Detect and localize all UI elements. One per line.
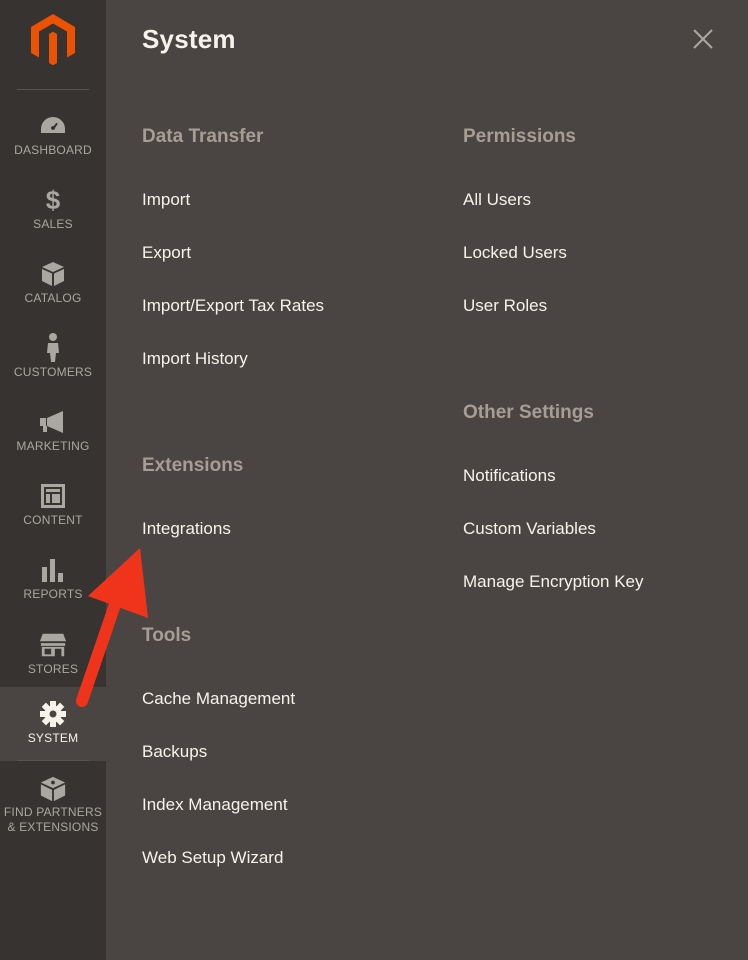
sidebar-item-sales[interactable]: $ SALES	[0, 173, 106, 247]
menu-link-manage-encryption-key[interactable]: Manage Encryption Key	[463, 572, 644, 592]
menu-link-import-history[interactable]: Import History	[142, 349, 248, 369]
logo-divider	[17, 89, 89, 90]
sidebar-item-label: CATALOG	[24, 291, 82, 305]
sidebar-item-label: MARKETING	[16, 439, 90, 453]
sidebar-item-content[interactable]: CONTENT	[0, 469, 106, 543]
sidebar-item-stores[interactable]: STORES	[0, 618, 106, 692]
person-icon	[39, 333, 67, 362]
sidebar-item-reports[interactable]: REPORTS	[0, 543, 106, 617]
sidebar-item-label: SYSTEM	[27, 731, 79, 745]
menu-link-backups[interactable]: Backups	[142, 742, 207, 762]
storefront-icon	[39, 632, 67, 658]
sidebar-item-label: DASHBOARD	[14, 143, 92, 157]
menu-link-index-management[interactable]: Index Management	[142, 795, 288, 815]
sidebar-item-label: CUSTOMERS	[13, 365, 93, 379]
magento-logo-icon[interactable]	[29, 14, 77, 66]
annotation-arrow-icon	[76, 548, 148, 707]
admin-sidebar: DASHBOARD $ SALES CATALOG CUSTOMERS MARK…	[0, 0, 106, 960]
sidebar-item-label: CONTENT	[23, 513, 83, 527]
blocks-icon	[39, 776, 67, 802]
sidebar-item-catalog[interactable]: CATALOG	[0, 247, 106, 321]
svg-text:$: $	[46, 186, 61, 214]
sidebar-item-label: REPORTS	[23, 587, 83, 601]
menu-link-integrations[interactable]: Integrations	[142, 519, 231, 539]
dashboard-icon	[39, 113, 67, 139]
dollar-icon: $	[39, 186, 67, 214]
box-icon	[39, 261, 67, 287]
menu-link-cache-management[interactable]: Cache Management	[142, 689, 295, 709]
system-divider	[17, 760, 89, 761]
sidebar-item-dashboard[interactable]: DASHBOARD	[0, 99, 106, 173]
sidebar-item-system[interactable]: SYSTEM	[0, 687, 106, 761]
menu-link-import-export-tax-rates[interactable]: Import/Export Tax Rates	[142, 296, 324, 316]
menu-link-web-setup-wizard[interactable]: Web Setup Wizard	[142, 848, 283, 868]
menu-link-export[interactable]: Export	[142, 243, 191, 263]
menu-link-notifications[interactable]: Notifications	[463, 466, 556, 486]
sidebar-item-marketing[interactable]: MARKETING	[0, 395, 106, 469]
menu-link-all-users[interactable]: All Users	[463, 190, 531, 210]
sidebar-item-find-partners[interactable]: FIND PARTNERS & EXTENSIONS	[0, 762, 106, 842]
sidebar-item-label: STORES	[27, 662, 79, 676]
menu-link-custom-variables[interactable]: Custom Variables	[463, 519, 596, 539]
megaphone-icon	[39, 409, 67, 435]
sidebar-item-label-line1: FIND PARTNERS	[3, 805, 103, 819]
close-icon[interactable]	[692, 28, 714, 50]
bar-chart-icon	[39, 557, 67, 583]
panel-title: System	[142, 24, 236, 54]
gear-icon	[39, 701, 67, 727]
section-title-tools: Tools	[142, 625, 192, 646]
sidebar-item-label: SALES	[33, 217, 73, 231]
sidebar-item-customers[interactable]: CUSTOMERS	[0, 321, 106, 395]
sidebar-item-label-line2: & EXTENSIONS	[7, 820, 99, 834]
layout-icon	[39, 483, 67, 509]
section-title-extensions: Extensions	[142, 455, 244, 476]
section-title-data-transfer: Data Transfer	[142, 126, 264, 147]
section-title-other-settings: Other Settings	[463, 402, 594, 423]
section-title-permissions: Permissions	[463, 126, 576, 147]
menu-link-user-roles[interactable]: User Roles	[463, 296, 547, 316]
menu-link-import[interactable]: Import	[142, 190, 190, 210]
menu-link-locked-users[interactable]: Locked Users	[463, 243, 567, 263]
